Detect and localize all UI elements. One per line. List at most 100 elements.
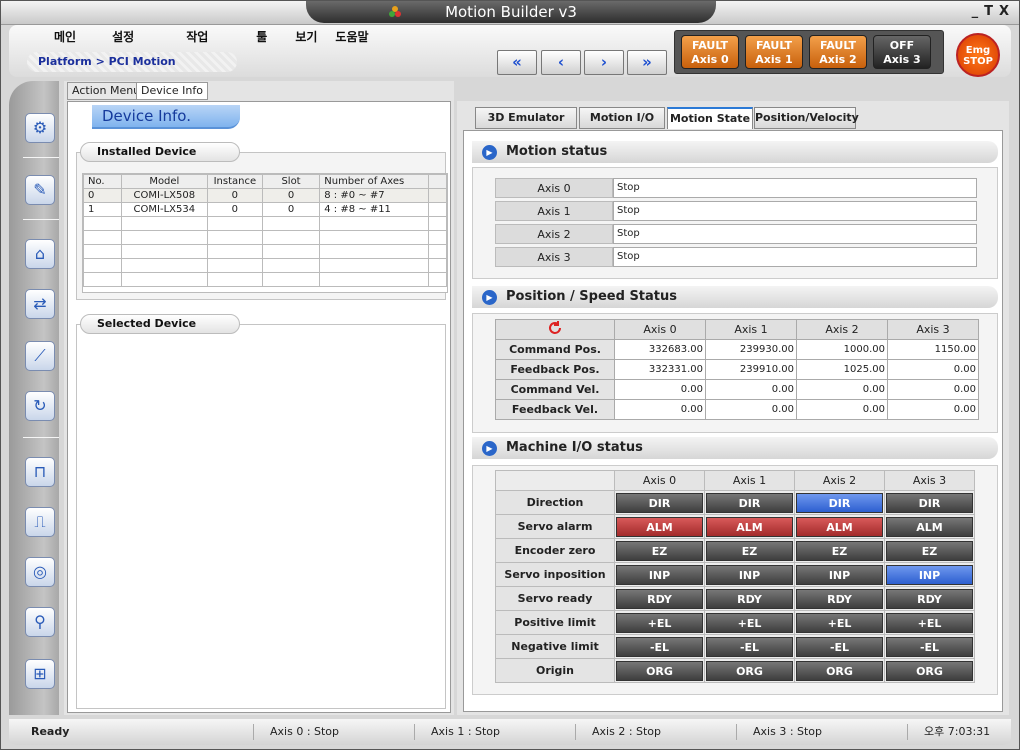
previous-page-button[interactable]: ‹ — [541, 50, 581, 75]
tab-motion-state[interactable]: Motion State — [667, 107, 753, 129]
tab-position-velocity[interactable]: Position/Velocity — [754, 107, 859, 129]
disc-icon[interactable]: ◎ — [25, 557, 55, 587]
installed-device-list[interactable]: No. Model Instance Slot Number of Axes 0… — [82, 173, 448, 293]
tab-3d-emulator[interactable]: 3D Emulator — [475, 107, 577, 129]
table-row — [83, 258, 447, 273]
io-cell: EZ — [794, 538, 885, 563]
row-label: Feedback Pos. — [495, 359, 615, 380]
io-indicator-ez-axis3: EZ — [886, 540, 973, 561]
position-speed-header: ▶ Position / Speed Status — [472, 286, 998, 308]
motion-row: Axis 0 Stop — [495, 178, 977, 198]
table-header-row: No. Model Instance Slot Number of Axes — [83, 174, 447, 189]
cell-instance: 0 — [206, 188, 263, 203]
axis0-status-button[interactable]: FAULT Axis 0 — [681, 35, 739, 69]
col-model: Model — [120, 174, 208, 189]
machine-io-header: ▶ Machine I/O status — [472, 437, 998, 459]
io-row: Negative limit -EL -EL -EL -EL — [495, 634, 975, 659]
table-row[interactable]: 1 COMI-LX534 0 0 4 : #8 ~ #11 — [83, 202, 447, 217]
cell-no: 0 — [83, 188, 122, 203]
value-cell: 239910.00 — [705, 359, 797, 380]
axis3-state: OFF — [889, 39, 915, 52]
menu-view[interactable]: 보기 — [295, 28, 317, 45]
tools-icon[interactable]: ✎ — [25, 175, 55, 205]
io-cell: INP — [614, 562, 705, 587]
transfer-icon[interactable]: ⇄ — [25, 289, 55, 319]
tab-action-menu[interactable]: Action Menu — [67, 82, 146, 100]
axis-label: Axis 0 — [495, 178, 613, 198]
io-cell: -EL — [704, 634, 795, 659]
axis2-status-button[interactable]: FAULT Axis 2 — [809, 35, 867, 69]
menu-help[interactable]: 도움말 — [335, 28, 368, 45]
signal-icon[interactable]: ⊓ — [25, 457, 55, 487]
installed-device-header: Installed Device — [80, 142, 240, 162]
axis3-status-button[interactable]: OFF Axis 3 — [873, 35, 931, 69]
io-indicator-alm-axis2: ALM — [796, 516, 883, 537]
io-indicator-alm-axis1: ALM — [706, 516, 793, 537]
status-axis1: Axis 1 : Stop — [414, 724, 500, 740]
cell-blank — [428, 202, 447, 217]
io-indicator-rdy-axis0: RDY — [616, 588, 703, 609]
value-cell: 0.00 — [887, 379, 979, 400]
axis3-label: Axis 3 — [883, 53, 921, 66]
io-cell: ORG — [704, 658, 795, 683]
menu-tasks[interactable]: 작업 — [186, 28, 208, 45]
device-info-body: Device Info. No. Model Instance Slot Num… — [67, 101, 451, 713]
io-indicator-el-axis0: -EL — [616, 636, 703, 657]
installed-device-group: No. Model Instance Slot Number of Axes 0… — [76, 152, 448, 300]
col-axis1: Axis 1 — [704, 470, 795, 491]
io-indicator-dir-axis1: DIR — [706, 492, 793, 513]
minimize-button[interactable]: _ — [972, 4, 979, 19]
tab-device-info[interactable]: Device Info — [136, 82, 208, 100]
io-row-label: Direction — [495, 490, 615, 515]
next-page-button[interactable]: › — [584, 50, 624, 75]
menu-main[interactable]: 메인 — [54, 28, 76, 45]
io-indicator-dir-axis0: DIR — [616, 492, 703, 513]
value-cell: 0.00 — [614, 379, 706, 400]
value-cell: 1150.00 — [887, 339, 979, 360]
axis1-status-button[interactable]: FAULT Axis 1 — [745, 35, 803, 69]
io-indicator-inp-axis2: INP — [796, 564, 883, 585]
value-cell: 0.00 — [796, 379, 888, 400]
home-icon[interactable]: ⌂ — [25, 239, 55, 269]
io-cell: ALM — [794, 514, 885, 539]
col-no: No. — [83, 174, 122, 189]
last-page-button[interactable]: » — [627, 50, 667, 75]
pulse-icon[interactable]: ⎍ — [25, 507, 55, 537]
value-cell: 1025.00 — [796, 359, 888, 380]
first-page-button[interactable]: « — [497, 50, 537, 75]
refresh-button[interactable] — [495, 319, 615, 340]
network-icon[interactable]: ⊞ — [25, 659, 55, 689]
col-num-axes: Number of Axes — [319, 174, 430, 189]
sidebar-divider — [23, 157, 59, 158]
probe-icon[interactable]: ⚲ — [25, 607, 55, 637]
io-row-label: Origin — [495, 658, 615, 683]
value-cell: 239930.00 — [705, 339, 797, 360]
ruler-icon[interactable]: ⟋ — [25, 341, 55, 371]
value-cell: 1000.00 — [796, 339, 888, 360]
io-cell: -EL — [614, 634, 705, 659]
menu-tools[interactable]: 툴 — [256, 28, 267, 45]
axis0-state: FAULT — [691, 39, 729, 52]
cell-slot: 0 — [261, 202, 321, 217]
io-indicator-org-axis3: ORG — [886, 660, 973, 681]
title-pill: Motion Builder v3 — [306, 1, 716, 23]
breadcrumb: Platform > PCI Motion — [27, 52, 237, 72]
emergency-stop-button[interactable]: Emg STOP — [956, 33, 1000, 77]
tab-motion-io[interactable]: Motion I/O — [579, 107, 665, 129]
io-row: Servo alarm ALM ALM ALM ALM — [495, 514, 975, 539]
refresh-icon — [549, 321, 561, 334]
menu-settings[interactable]: 설정 — [112, 28, 134, 45]
io-cell: RDY — [704, 586, 795, 611]
platform-icon[interactable]: ⚙ — [25, 113, 55, 143]
io-cell: EZ — [614, 538, 705, 563]
header-blank — [495, 470, 615, 491]
table-row[interactable]: 0 COMI-LX508 0 0 8 : #0 ~ #7 — [83, 188, 447, 203]
io-indicator-el-axis0: +EL — [616, 612, 703, 633]
row-label: Command Pos. — [495, 339, 615, 360]
close-button[interactable]: X — [999, 4, 1009, 19]
io-cell: -EL — [884, 634, 975, 659]
rotate-icon[interactable]: ↻ — [25, 391, 55, 421]
value-cell: 0.00 — [705, 399, 797, 420]
io-cell: +EL — [794, 610, 885, 635]
maximize-button[interactable]: T — [984, 4, 993, 19]
